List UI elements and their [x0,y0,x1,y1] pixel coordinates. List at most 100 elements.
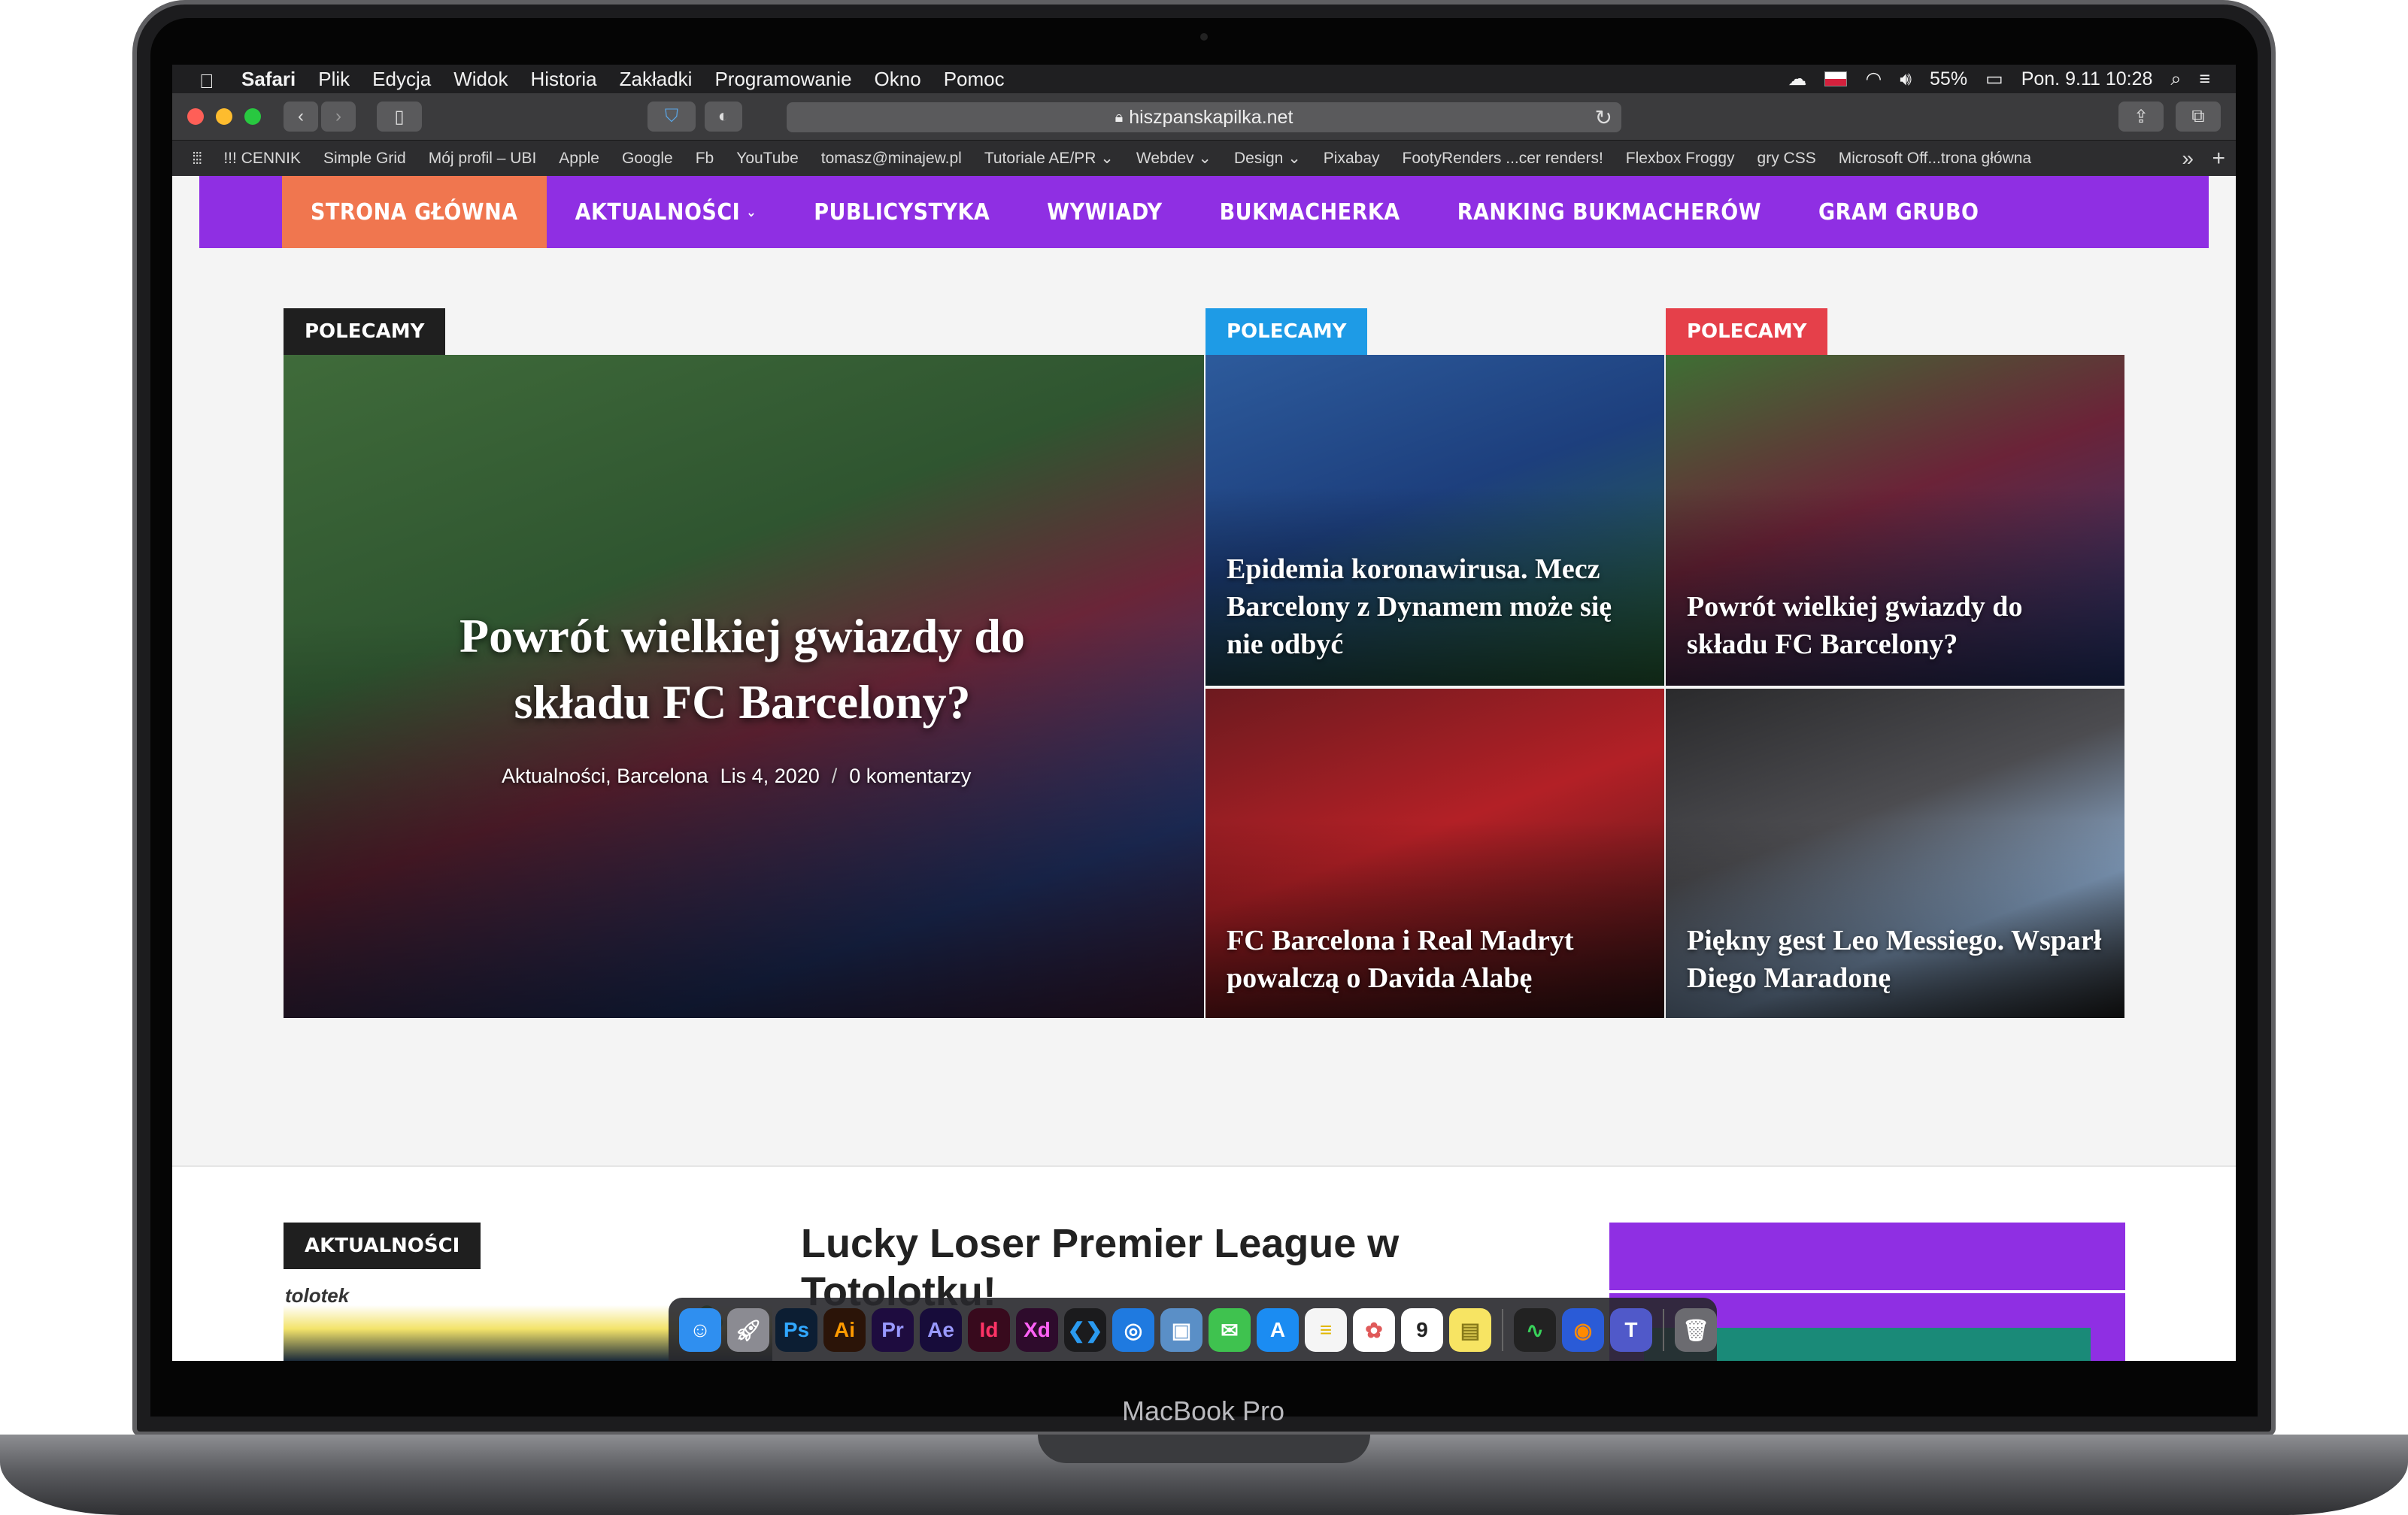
menu-item[interactable]: Widok [453,68,508,91]
dock-icon-stickies[interactable]: ▤ [1449,1308,1491,1352]
nav-item-bukmacherka[interactable]: BUKMACHERKA [1191,176,1429,248]
grid-icon[interactable]: ⁞⁞⁞ [192,149,202,168]
privacy-report-button[interactable]: ◐ [705,102,742,132]
clock[interactable]: Pon. 9.11 10:28 [2021,68,2153,90]
tile-image[interactable]: Piękny gest Leo Messiego. Wsparł Diego M… [1666,689,2124,1018]
bookmark-item[interactable]: FootyRenders ...cer renders! [1403,150,1603,168]
menu-item[interactable]: Historia [530,68,596,91]
nav-item-wywiady[interactable]: WYWIADY [1018,176,1190,248]
back-button[interactable]: ‹ [284,102,318,132]
laptop-hinge-notch [1038,1435,1370,1463]
bookmark-item[interactable]: Flexbox Froggy [1626,150,1735,168]
bookmarks-bar: ⁞⁞⁞ !!! CENNIK Simple Grid Mój profil – UB… [172,140,2236,176]
battery-percent[interactable]: 55% [1930,68,1967,90]
dock-icon-finder[interactable]: ☺ [679,1308,721,1352]
bookmark-item[interactable]: Simple Grid [323,150,406,168]
featured-article-image[interactable]: Powrót wielkiej gwiazdy do składu FC Bar… [284,355,1204,1018]
tab-overview-button[interactable]: ⧉ [2176,102,2221,132]
dock-icon-photos[interactable]: ✿ [1353,1308,1395,1352]
tile-title[interactable]: Powrót wielkiej gwiazdy do składu FC Bar… [1687,588,2103,663]
menu-app-safari[interactable]: Safari [241,68,296,91]
bookmark-item[interactable]: Google [622,150,673,168]
reload-icon[interactable]: ↻ [1595,105,1612,130]
featured-category[interactable]: Aktualności, Barcelona [502,765,708,788]
menu-item[interactable]: Pomoc [944,68,1005,91]
creative-cloud-icon[interactable]: ☁ [1788,68,1806,90]
extension-button[interactable]: ⛉ [647,102,696,132]
forward-button[interactable]: › [321,102,356,132]
address-bar[interactable]: 🔒︎ hiszpanskapilka.net ↻ [787,102,1621,132]
tile-image[interactable]: Epidemia koronawirusa. Mecz Barcelony z … [1206,355,1664,686]
menu-item[interactable]: Zakładki [620,68,693,91]
zoom-window-button[interactable] [244,108,261,125]
control-center-icon[interactable]: ≡ [2199,68,2210,90]
dock-icon-activity-monitor[interactable]: ∿ [1513,1308,1556,1352]
share-button[interactable]: ⇪ [2118,102,2164,132]
dock-icon-xd[interactable]: Xd [1016,1308,1058,1352]
menu-item[interactable]: Edycja [372,68,431,91]
dock-icon-firefox[interactable]: ◉ [1561,1308,1604,1352]
dock-icon-app-store[interactable]: A [1257,1308,1299,1352]
flag-pl-icon[interactable] [1824,71,1848,86]
dock-icon-safari[interactable]: ◎ [1112,1308,1154,1352]
website: STRONA GŁÓWNA AKTUALNOŚCI ⌄ PUBLICYSTYKA … [172,176,2236,1361]
dock-icon-preview[interactable]: ▣ [1160,1308,1202,1352]
bookmark-item[interactable]: Webdev ⌄ [1136,149,1212,168]
new-tab-icon[interactable]: + [2212,146,2225,171]
nav-item-ranking[interactable]: RANKING BUKMACHERÓW [1429,176,1790,248]
featured-tag[interactable]: POLECAMY [284,308,446,355]
tile-image[interactable]: FC Barcelona i Real Madryt powalczą o Da… [1206,689,1664,1018]
more-bookmarks-icon[interactable]: » [2182,147,2194,171]
dock-icon-ai[interactable]: Ai [823,1308,866,1352]
bookmark-item[interactable]: gry CSS [1757,150,1816,168]
bookmark-item[interactable]: Pixabay [1324,150,1380,168]
dock-icon-id[interactable]: Id [968,1308,1010,1352]
featured-title[interactable]: Powrót wielkiej gwiazdy do składu FC Bar… [411,603,1073,735]
dock-icon-teams[interactable]: T [1609,1308,1652,1352]
sidebar-toggle-button[interactable]: ▯ [377,102,422,132]
dock-icon-vs-code[interactable]: ❮❯ [1064,1308,1106,1352]
tile-title[interactable]: Epidemia koronawirusa. Mecz Barcelony z … [1227,550,1643,663]
menu-item[interactable]: Okno [875,68,921,91]
battery-icon[interactable]: ▭ [1985,68,2003,90]
spotlight-search-icon[interactable]: ⌕ [2170,68,2181,90]
bookmark-item[interactable]: Apple [559,150,599,168]
nav-item-news[interactable]: AKTUALNOŚCI ⌄ [547,176,786,248]
volume-icon[interactable]: 🔊︎ [1900,68,1912,90]
bookmark-item[interactable]: !!! CENNIK [223,150,301,168]
tile-tag[interactable]: POLECAMY [1206,308,1368,355]
dock-icon-ps[interactable]: Ps [775,1308,817,1352]
close-window-button[interactable] [187,108,204,125]
dock-icon-launchpad[interactable]: 🚀︎ [727,1308,769,1352]
nav-item-home[interactable]: STRONA GŁÓWNA [282,176,547,248]
dock-icon-trash[interactable]: 🗑︎ [1674,1308,1717,1352]
tile-image[interactable]: Powrót wielkiej gwiazdy do składu FC Bar… [1666,355,2124,686]
menu-item[interactable]: Plik [318,68,350,91]
dock-icon-ae[interactable]: Ae [920,1308,962,1352]
apple-icon[interactable]:  [199,70,216,92]
nav-label: GRAM GRUBO [1818,198,1979,226]
nav-item-publicystyka[interactable]: PUBLICYSTYKA [785,176,1018,248]
meta-separator: / [831,765,838,787]
dock-icon-calendar[interactable]: 9 [1401,1308,1443,1352]
bookmark-item[interactable]: Tutoriale AE/PR ⌄ [984,149,1114,168]
wifi-icon[interactable]: ◠ [1865,68,1882,90]
tile-title[interactable]: FC Barcelona i Real Madryt powalczą o Da… [1227,922,1643,997]
featured-comments[interactable]: 0 komentarzy [849,765,971,788]
bookmark-item[interactable]: Mój profil – UBI [429,150,537,168]
tile-title[interactable]: Piękny gest Leo Messiego. Wsparł Diego M… [1687,922,2103,997]
dock-icon-pr[interactable]: Pr [872,1308,914,1352]
minimize-window-button[interactable] [216,108,232,125]
dock-icon-messages[interactable]: ✉ [1209,1308,1251,1352]
main-nav: STRONA GŁÓWNA AKTUALNOŚCI ⌄ PUBLICYSTYKA … [199,176,2209,248]
bookmark-item[interactable]: tomasz@minajew.pl [821,150,962,168]
menu-item[interactable]: Programowanie [714,68,851,91]
bookmark-item[interactable]: Design ⌄ [1234,149,1301,168]
news-tag[interactable]: AKTUALNOŚCI [284,1223,481,1269]
nav-item-gram-grubo[interactable]: GRAM GRUBO [1790,176,2007,248]
bookmark-item[interactable]: YouTube [736,150,799,168]
bookmark-item[interactable]: Fb [696,150,714,168]
bookmark-item[interactable]: Microsoft Off...trona główna [1839,150,2031,168]
tile-tag[interactable]: POLECAMY [1666,308,1828,355]
dock-icon-notes[interactable]: ≡ [1305,1308,1347,1352]
